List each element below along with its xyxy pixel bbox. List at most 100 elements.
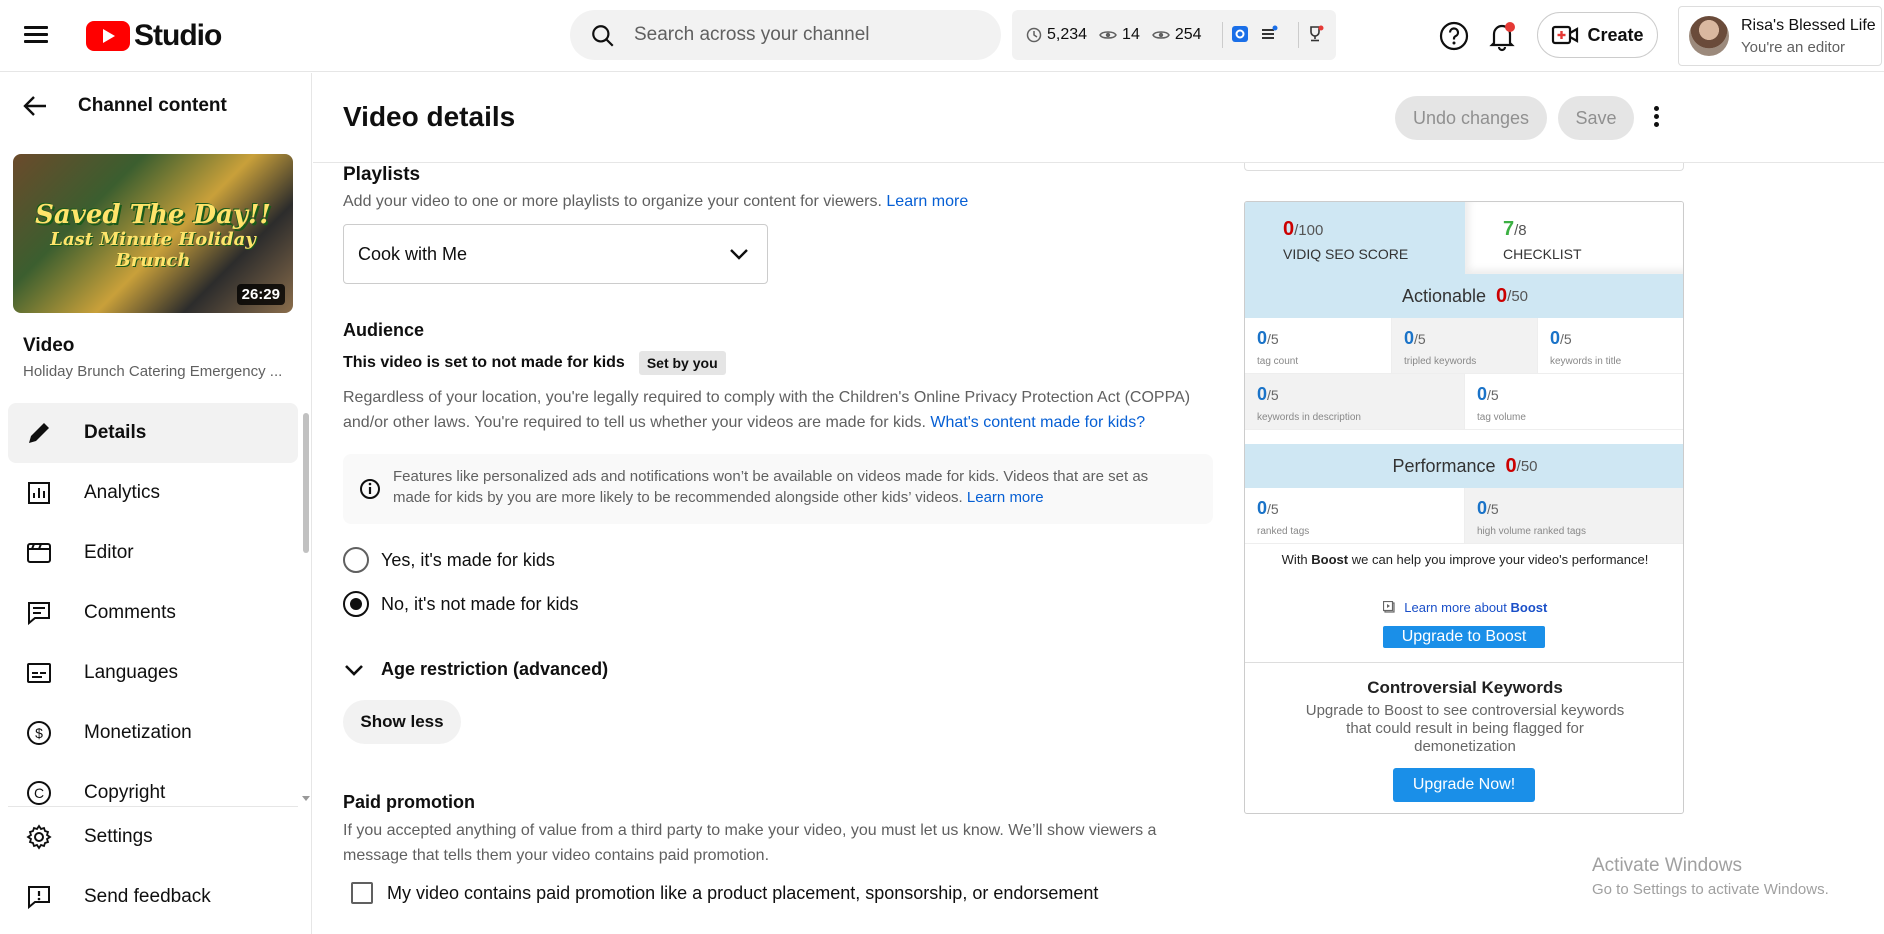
checklist-score: 7/8 — [1503, 218, 1527, 241]
actionable-max: /50 — [1507, 287, 1529, 305]
chevron-down-icon — [730, 249, 748, 260]
boost-text-post: we can help you improve your video's per… — [1351, 552, 1649, 567]
back-to-channel-content[interactable]: Channel content — [22, 95, 227, 117]
metric-label: ranked tags — [1257, 526, 1310, 537]
metric-value: 0 — [1477, 498, 1488, 518]
actionable-value: 0 — [1496, 284, 1508, 307]
audience-text-line2: and/or other laws. You're required to te… — [343, 414, 926, 431]
sidebar-item-label: Analytics — [84, 482, 161, 503]
paid-promotion-checkbox[interactable] — [351, 882, 373, 904]
save-button[interactable]: Save — [1558, 96, 1634, 140]
analytics-icon — [24, 478, 54, 508]
sidebar-item-languages[interactable]: Languages — [8, 643, 298, 703]
video-thumbnail[interactable]: Saved The Day!! Last Minute Holiday Brun… — [13, 154, 293, 313]
seo-score: 0/100 — [1283, 218, 1323, 241]
studio-logo[interactable]: Studio — [86, 16, 222, 56]
learn-more-bold: Boost — [1510, 600, 1548, 615]
show-less-button[interactable]: Show less — [343, 700, 461, 744]
radio-button[interactable] — [343, 547, 369, 573]
age-restriction-toggle[interactable]: Age restriction (advanced) — [343, 659, 608, 680]
main-content: Video details Undo changes Save Playlist… — [313, 73, 1884, 934]
video-title: Holiday Brunch Catering Emergency ... — [23, 363, 283, 380]
sidebar-item-editor[interactable]: Editor — [8, 523, 298, 583]
upgrade-now-button[interactable]: Upgrade Now! — [1393, 768, 1535, 802]
metric-label: tag count — [1257, 356, 1299, 367]
sidebar-item-comments[interactable]: Comments — [8, 583, 298, 643]
youtube-logo-icon — [86, 21, 130, 51]
gear-icon — [24, 822, 54, 852]
panel-stub — [1244, 163, 1684, 171]
performance-label: Performance — [1392, 455, 1496, 476]
page-title: Video details — [343, 101, 516, 132]
vidiq-panel: 0/100 VIDIQ SEO SCORE 7/8 CHECKLIST Acti… — [1244, 201, 1684, 814]
search-icon[interactable] — [590, 23, 614, 47]
sidebar-scrollbar[interactable] — [303, 413, 309, 553]
video-duration: 26:29 — [236, 284, 285, 305]
performance-band: Performance 0/50 — [1245, 444, 1683, 488]
stat-views: 5,234 — [1026, 26, 1087, 44]
paid-text-line2: message that tells them your video conta… — [343, 847, 770, 864]
menu-icon[interactable] — [24, 22, 54, 48]
sidebar-item-details[interactable]: Details — [8, 403, 298, 463]
sidebar-item-send-feedback[interactable]: Send feedback — [8, 867, 298, 927]
more-options-icon[interactable] — [1651, 103, 1661, 133]
made-for-kids-link[interactable]: What's content made for kids? — [930, 414, 1145, 431]
divider — [1245, 662, 1683, 663]
trophy-icon[interactable] — [1306, 25, 1326, 45]
notifications-bell-icon[interactable] — [1482, 16, 1522, 56]
create-button[interactable]: Create — [1537, 12, 1658, 58]
arrow-back-icon — [23, 96, 46, 116]
metric-max: /5 — [1560, 331, 1572, 347]
paid-promotion-checkbox-label: My video contains paid promotion like a … — [387, 882, 1099, 903]
radio-button-selected[interactable] — [343, 591, 369, 617]
sidebar: Channel content Saved The Day!! Last Min… — [0, 73, 312, 934]
info-learn-more-link[interactable]: Learn more — [967, 489, 1044, 506]
tab-checklist[interactable]: 7/8 CHECKLIST — [1465, 202, 1683, 274]
playlist-select[interactable]: Cook with Me — [343, 224, 768, 284]
metric-keywords-in-title: 0/5 keywords in title — [1538, 318, 1683, 374]
sidebar-item-label: Send feedback — [84, 886, 211, 907]
search-input[interactable] — [634, 24, 964, 46]
undo-changes-button[interactable]: Undo changes — [1395, 96, 1547, 140]
metric-tag-volume: 0/5 tag volume — [1465, 374, 1683, 430]
boost-text-pre: With — [1281, 552, 1308, 567]
avatar — [1689, 16, 1729, 56]
controversial-keywords-text: Upgrade to Boost to see controversial ke… — [1305, 702, 1625, 755]
feedback-icon — [24, 882, 54, 912]
search-bar[interactable] — [570, 10, 1001, 60]
performance-max: /50 — [1516, 457, 1538, 475]
playlists-text: Add your video to one or more playlists … — [343, 193, 882, 210]
help-icon[interactable] — [1434, 16, 1474, 56]
playlist-selected-value: Cook with Me — [358, 243, 468, 264]
metric-label: keywords in title — [1550, 356, 1622, 367]
boost-promo-text: With Boost we can help you improve your … — [1245, 552, 1683, 567]
sidebar-item-settings[interactable]: Settings — [8, 807, 298, 867]
video-library-icon — [1382, 600, 1395, 613]
radio-not-made-for-kids[interactable]: No, it's not made for kids — [343, 591, 579, 617]
boost-text-bold: Boost — [1311, 552, 1349, 567]
playlists-learn-more-link[interactable]: Learn more — [886, 193, 968, 210]
radio-made-for-kids[interactable]: Yes, it's made for kids — [343, 547, 555, 573]
metric-keywords-in-description: 0/5 keywords in description — [1245, 374, 1465, 430]
scroll-down-arrow-icon[interactable] — [302, 796, 310, 801]
sidebar-item-monetization[interactable]: $ Monetization — [8, 703, 298, 763]
list-icon[interactable] — [1260, 25, 1280, 45]
eye-icon — [1152, 31, 1170, 39]
sidebar-item-analytics[interactable]: Analytics — [8, 463, 298, 523]
comments-icon — [24, 598, 54, 628]
upgrade-to-boost-button[interactable]: Upgrade to Boost — [1383, 626, 1545, 648]
paid-promotion-checkbox-row[interactable]: My video contains paid promotion like a … — [351, 882, 1098, 904]
vidiq-stats-bar: 5,234 14 254 — [1012, 10, 1336, 60]
tab-seo-score[interactable]: 0/100 VIDIQ SEO SCORE — [1245, 202, 1465, 274]
playlists-title: Playlists — [343, 164, 421, 185]
account-switcher[interactable]: Risa's Blessed Life You're an editor — [1678, 6, 1882, 66]
learn-more-boost-link[interactable]: Learn more about Boost — [1245, 600, 1683, 615]
pencil-icon — [24, 418, 54, 448]
seo-score-label: VIDIQ SEO SCORE — [1283, 246, 1409, 262]
actionable-label: Actionable — [1401, 285, 1487, 306]
stat-recent-value: 254 — [1174, 26, 1202, 43]
vidiq-logo-icon[interactable] — [1231, 25, 1251, 45]
svg-text:$: $ — [35, 725, 43, 741]
sidebar-item-label: Settings — [84, 826, 153, 847]
actionable-band: Actionable 0/50 — [1245, 274, 1683, 318]
